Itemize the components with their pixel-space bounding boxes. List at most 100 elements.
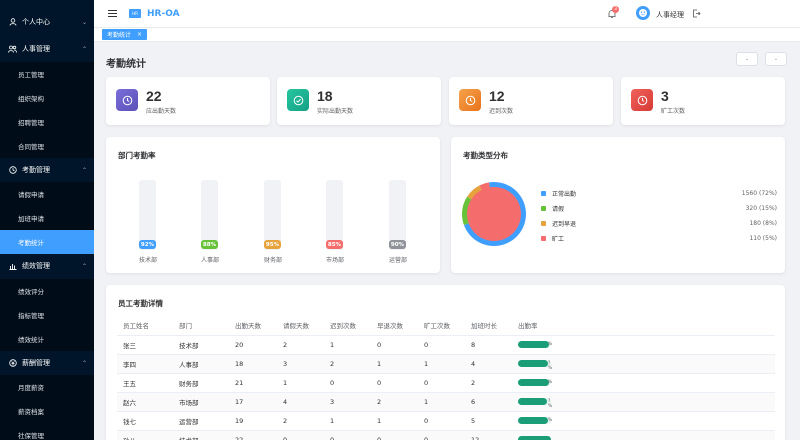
sidebar-item-recruit[interactable]: 招聘管理 (0, 110, 94, 134)
table-row[interactable]: 赵六 市场部 17 4 3 2 1 6?% (117, 392, 775, 412)
bar-value-label: 90% (389, 240, 406, 249)
sidebar-group-attendance[interactable]: 考勤管理 ⌃ (0, 158, 94, 182)
table-header-row: 员工姓名 部门 出勤天数 请假天数 迟到次数 早退次数 旷工次数 加班时长 出勤率 (117, 316, 775, 336)
table-cell: 1 (371, 411, 418, 431)
sidebar-group-performance[interactable]: 绩效管理 ⌃ (0, 254, 94, 278)
legend-item: 请假 320 (15%) (541, 204, 777, 213)
table-cell: 1 (324, 335, 371, 355)
filter-select[interactable]: ⌄ (765, 52, 787, 66)
table-cell: 22 (229, 430, 277, 440)
sidebar-item-label: 员工管理 (18, 71, 44, 79)
table-row[interactable]: 王五 财务部 21 1 0 0 0 2% (117, 373, 775, 393)
legend-swatch (541, 190, 546, 196)
table-row[interactable]: 钱七 运营部 19 2 1 1 0 5% (117, 411, 775, 431)
legend-value: 180 (8%) (749, 219, 777, 227)
table-cell: 1 (371, 354, 418, 374)
table-cell: 张三 (117, 335, 173, 355)
sidebar-item-social-security[interactable]: 社保管理 (0, 423, 94, 440)
panel-title: 考勤类型分布 (463, 151, 508, 160)
stat-card-absent-count: 3 旷工次数 (621, 77, 785, 125)
table-cell: 3 (324, 392, 371, 412)
table-cell: ?% (512, 354, 572, 374)
chevron-up-icon: ⌃ (81, 262, 87, 270)
stat-label: 实际出勤天数 (317, 108, 354, 115)
username[interactable]: 人事经理 (656, 10, 684, 20)
table-cell: 0 (418, 335, 465, 355)
sidebar-item-overtime[interactable]: 加班申请 (0, 206, 94, 230)
chevron-up-icon: ⌃ (81, 45, 87, 53)
table-header-cell[interactable]: 部门 (173, 316, 229, 336)
logo-badge: HR (129, 9, 141, 18)
sidebar-item-monthly-salary[interactable]: 月度薪资 (0, 375, 94, 399)
table-cell: ?% (512, 392, 572, 412)
table-cell: 17 (229, 392, 277, 412)
close-icon[interactable]: × (137, 31, 142, 38)
sidebar-group-hr[interactable]: 人事管理 ⌃ (0, 37, 94, 61)
stat-value: 18 (317, 88, 333, 104)
sidebar-group-salary[interactable]: 薪酬管理 ⌃ (0, 351, 94, 375)
attendance-rate-bar: ?% (518, 398, 552, 409)
table-row[interactable]: 孙八技术部22000012 (117, 430, 775, 440)
table-header-cell[interactable]: 旷工次数 (418, 316, 465, 336)
table-header-cell[interactable]: 出勤率 (512, 316, 572, 336)
legend-swatch (541, 235, 546, 241)
logout-icon[interactable] (692, 9, 701, 18)
money-icon (8, 359, 17, 368)
stat-value: 22 (146, 88, 162, 104)
sidebar-item-perf-stats[interactable]: 绩效统计 (0, 327, 94, 351)
table-header-cell[interactable]: 出勤天数 (229, 316, 277, 336)
attendance-rate-text: % (548, 418, 553, 423)
table-cell: 12 (465, 430, 512, 440)
table-cell: 4 (277, 392, 324, 412)
sidebar-item-contract[interactable]: 合同管理 (0, 134, 94, 158)
tab-attendance-stats[interactable]: 考勤统计 × (102, 29, 148, 40)
sidebar-item-leave[interactable]: 请假申请 (0, 182, 94, 206)
attendance-rate-fill (518, 379, 549, 386)
table-cell: 人事部 (173, 354, 229, 374)
stat-label: 旷工次数 (661, 108, 686, 115)
table-cell: 1 (324, 411, 371, 431)
sidebar-group-label: 个人中心 (22, 18, 50, 26)
sidebar-item-kpi[interactable]: 指标管理 (0, 303, 94, 327)
clock-icon (8, 166, 17, 175)
stat-label: 应出勤天数 (146, 108, 177, 115)
bar-category-label: 财务部 (263, 257, 282, 264)
menu-toggle-icon[interactable] (108, 10, 117, 17)
sidebar-item-attendance-stats[interactable]: 考勤统计 (0, 230, 94, 254)
sidebar-group-personal[interactable]: 个人中心 ⌄ (0, 10, 94, 34)
attendance-rate-bar: % (518, 379, 552, 386)
table-header-cell[interactable]: 员工姓名 (117, 316, 173, 336)
sidebar-item-perf-score[interactable]: 绩效评分 (0, 279, 94, 303)
table-header-cell[interactable]: 加班时长 (465, 316, 512, 336)
attendance-type-pie-chart (462, 182, 526, 246)
chevron-down-icon: ⌄ (773, 56, 779, 62)
avatar[interactable] (636, 6, 650, 20)
sidebar-item-label: 绩效统计 (18, 336, 44, 344)
table-header-cell[interactable]: 请假天数 (277, 316, 324, 336)
table-cell: 0 (418, 411, 465, 431)
table-cell: 孙八 (117, 430, 173, 440)
tags-bar: 考勤统计 × (94, 28, 800, 42)
table-cell: 0 (324, 373, 371, 393)
sidebar-item-salary-archive[interactable]: 薪资档案 (0, 399, 94, 423)
table-cell: 1 (418, 392, 465, 412)
check-icon (287, 89, 309, 111)
table-row[interactable]: 张三 技术部 20 2 1 0 0 8% (117, 335, 775, 355)
sidebar-item-org[interactable]: 组织架构 (0, 86, 94, 110)
legend-value: 110 (5%) (749, 234, 777, 242)
sidebar-item-employee[interactable]: 员工管理 (0, 62, 94, 86)
table-header-cell[interactable]: 迟到次数 (324, 316, 371, 336)
table-cell: 20 (229, 335, 277, 355)
table-row[interactable]: 李四 人事部 18 3 2 1 1 4?% (117, 354, 775, 374)
chevron-down-icon: ⌄ (744, 56, 750, 62)
sidebar-item-label: 组织架构 (18, 95, 44, 103)
table-cell: 18 (229, 354, 277, 374)
team-icon (8, 45, 17, 54)
filter-select[interactable]: ⌄ (736, 52, 758, 66)
sidebar-item-label: 薪资档案 (18, 408, 44, 416)
bar-category-label: 市场部 (325, 257, 344, 264)
table-cell: 6 (465, 392, 512, 412)
bar-value-label: 85% (326, 240, 343, 249)
sidebar-item-label: 招聘管理 (18, 119, 44, 127)
table-header-cell[interactable]: 早退次数 (371, 316, 418, 336)
